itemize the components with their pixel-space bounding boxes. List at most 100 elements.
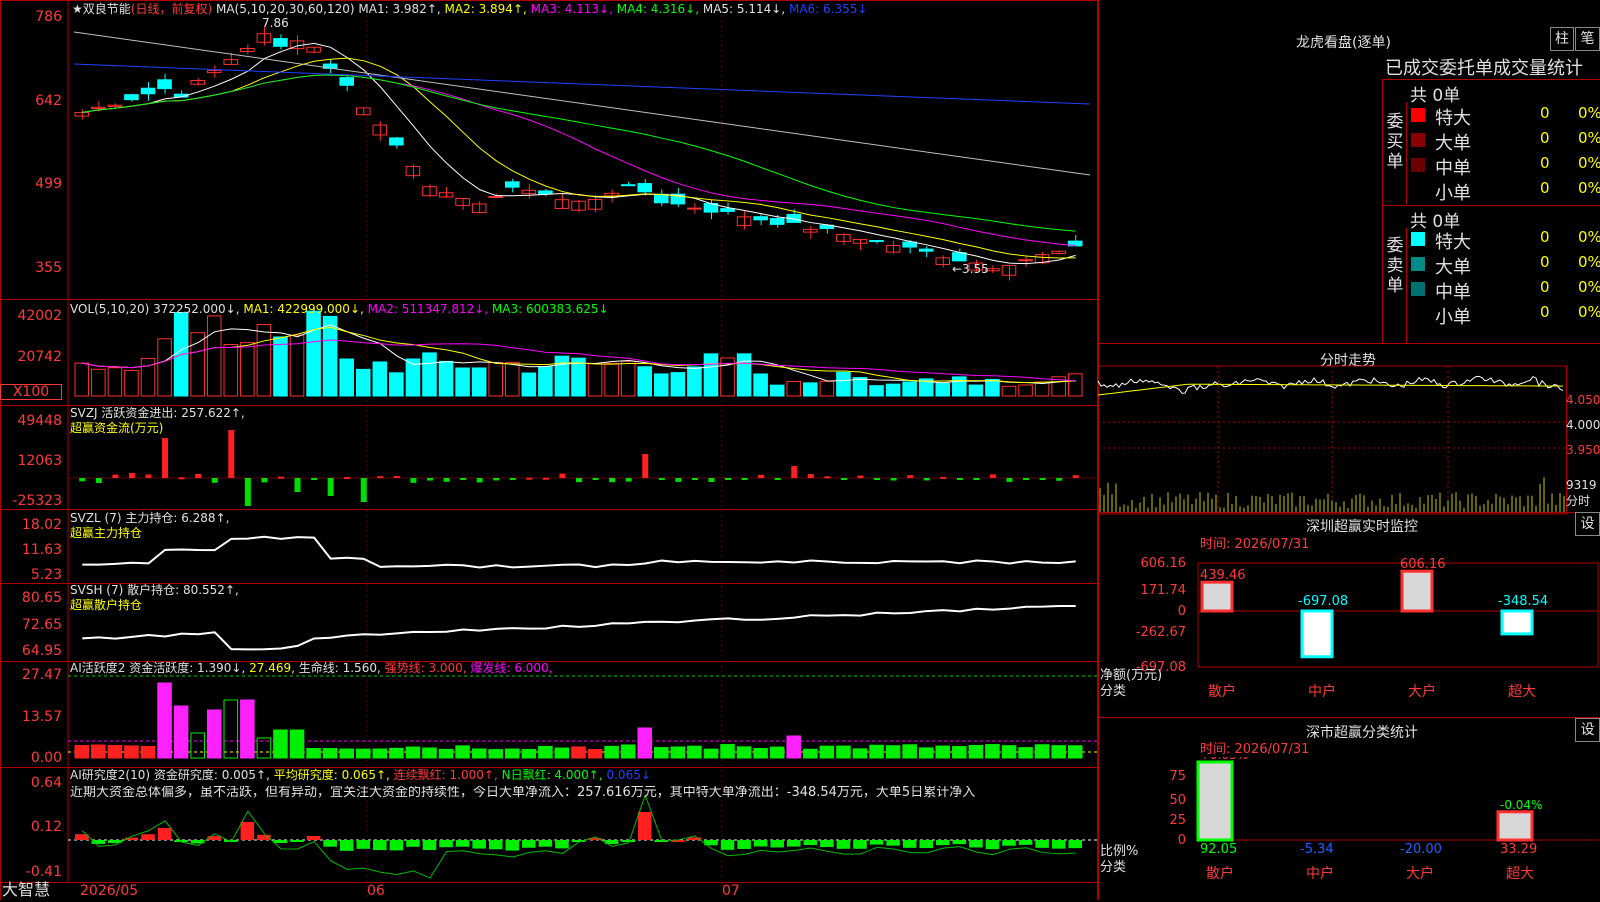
ai2-header: AI研究度2(10) 资金研究度: 0.005↑, 平均研究度: 0.065↑,… [70, 768, 651, 782]
app-logo[interactable]: 大智慧 [2, 881, 50, 899]
activity-bar [74, 744, 90, 759]
kline-and-indicators-chart[interactable] [0, 0, 1100, 900]
monitor-tick: 0 [1178, 604, 1186, 619]
activity-bar [587, 749, 603, 759]
ma1-value: MA1: 3.982↑, [358, 2, 441, 16]
monitor-value-label: -348.54 [1498, 594, 1548, 609]
monitor-tick: -262.67 [1136, 625, 1186, 640]
price-tick: 355 [35, 260, 62, 276]
fund-flow-bar [973, 478, 980, 480]
row-percent: 0% [1578, 129, 1600, 147]
research-bar [406, 840, 420, 847]
fund-flow-bar [857, 475, 864, 478]
research-bar [803, 840, 818, 846]
research-bar [952, 840, 967, 845]
fund-flow-bar [675, 478, 682, 482]
monitor-settings-button[interactable]: 设 [1575, 512, 1600, 536]
svsh-tick: 72.65 [21, 617, 62, 633]
candle [1018, 259, 1033, 262]
volume-bar [687, 366, 702, 397]
fund-flow-bar [807, 474, 814, 478]
research-bar [720, 840, 735, 850]
monitor-value-label: -697.08 [1298, 594, 1348, 609]
classify-value-label: -20.00 [1400, 842, 1442, 857]
fund-flow-bar [360, 478, 367, 502]
activity-bar [753, 748, 768, 759]
fund-flow-bar [344, 477, 351, 480]
fund-flow-bar [327, 478, 334, 496]
fund-flow-bar [460, 478, 467, 480]
legend-swatch [1411, 257, 1425, 271]
ai1-tick: 27.47 [21, 667, 62, 683]
vol-ma2: MA2: 511347.812↓, [367, 302, 489, 316]
ma-line [82, 57, 1076, 259]
volume-bar [206, 315, 222, 397]
volume-bar [620, 360, 636, 397]
vol-value: 372252.000↓, [153, 302, 240, 316]
research-bar [505, 840, 520, 851]
activity-bar [372, 748, 388, 759]
monitor-category: 超大 [1508, 684, 1536, 700]
volume-bar [455, 367, 470, 397]
row-label: 大单 [1435, 257, 1471, 278]
row-percent: 0% [1578, 228, 1600, 246]
fund-flow-bar [311, 478, 318, 481]
fund-flow-bar [840, 478, 847, 480]
volume-bar [736, 353, 752, 397]
activity-bar [1034, 744, 1050, 759]
tick-mode-button[interactable]: 笔 [1575, 27, 1600, 51]
monitor-value-label: 606.16 [1400, 557, 1446, 572]
fund-flow-bar [625, 478, 632, 482]
activity-bar [769, 746, 785, 759]
volume-bar [157, 338, 172, 397]
ma60-line [73, 31, 1091, 176]
activity-bar [173, 705, 189, 759]
vol-title: VOL(5,10,20) [70, 302, 150, 316]
volume-bar [1034, 381, 1050, 397]
activity-bar [803, 748, 818, 759]
svzj-tick: 12063 [17, 453, 62, 469]
classify-settings-button[interactable]: 设 [1575, 718, 1600, 742]
ma4-value: MA4: 4.316↓, [616, 2, 700, 16]
volume-bar [604, 362, 619, 397]
retail-holding-line [82, 604, 1076, 651]
activity-bar [985, 744, 1000, 759]
fund-flow-bar [824, 476, 831, 479]
classify-tick: 50 [1169, 793, 1186, 808]
row-label: 小单 [1435, 183, 1471, 204]
classify-chart: 75 50 25 0 92.05 散户 -5.34 中户 -20.00 大户 33.29 超大 +0.0… [1100, 757, 1598, 882]
activity-bar [240, 699, 255, 759]
fund-flow-bar [443, 478, 450, 482]
research-bar [869, 840, 884, 845]
svzj-tick: -25323 [12, 493, 62, 509]
stock-terminal: ★双良节能(日线，前复权) MA(5,10,20,30,60,120) MA1:… [0, 0, 1600, 900]
candle [869, 240, 884, 243]
volume-bar [637, 366, 653, 397]
activity-bar [1067, 745, 1083, 759]
research-bar [737, 840, 751, 849]
research-line [81, 793, 1076, 879]
candle [753, 216, 768, 221]
candle [538, 190, 553, 195]
bar-mode-button[interactable]: 柱 [1550, 27, 1574, 51]
volume-bar [952, 376, 967, 397]
activity-bar [488, 749, 503, 759]
activity-bar [405, 746, 421, 759]
activity-bar [670, 746, 686, 759]
volume-bar [273, 336, 288, 397]
classify-value-label: -5.34 [1300, 842, 1334, 857]
monitor-ylabel: 净额(万元) [1100, 668, 1162, 683]
vol-ma3: MA3: 600383.625↓ [491, 302, 609, 316]
activity-bar [604, 745, 619, 759]
fund-flow-bar [741, 478, 748, 480]
volume-bar [538, 366, 553, 397]
ai2-v5: 0.065↓ [606, 768, 651, 782]
monitor-category: 中户 [1308, 683, 1336, 700]
volume-bar [124, 369, 139, 397]
intraday-chart[interactable] [1098, 365, 1600, 515]
candle [157, 79, 172, 90]
volume-bar [786, 380, 802, 397]
research-bar [935, 840, 950, 846]
classify-category: 大户 [1406, 865, 1434, 882]
longhu-title: 龙虎看盘(逐单) [1296, 35, 1391, 51]
